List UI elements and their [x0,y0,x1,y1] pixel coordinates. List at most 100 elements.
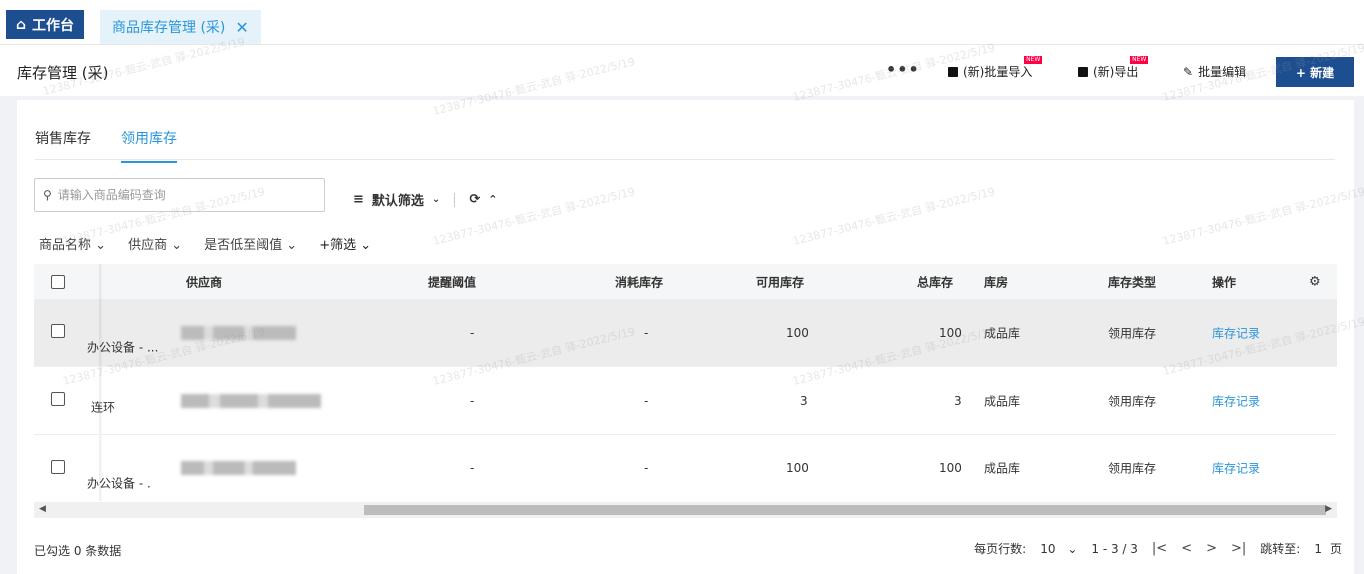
col-threshold[interactable]: 提醒阈值 [428,273,476,290]
col-warehouse[interactable]: 库房 [984,273,1008,290]
tab-consumable-stock[interactable]: 领用库存 [121,128,177,163]
product-name: 办公设备 - ... [87,340,159,355]
chevron-down-icon: ⌄ [360,238,372,253]
filter-supplier[interactable]: 供应商 ⌄ [128,234,182,253]
tab-home[interactable]: ⌂ 工作台 [6,10,85,39]
total-value: 3 [954,393,962,408]
table-footer: 已勾选 0 条数据 每页行数: 10 ⌄ 1 - 3 / 3 |< < > >|… [17,536,1354,566]
page-title: 库存管理 (采) [17,64,109,82]
main-card: 销售库存 领用库存 ⚲ ≡ 默认筛选 ⌄ ⟳ ⌃ 商品名称 ⌄ 供应商 ⌄ 是否… [17,100,1354,574]
threshold-value: - [470,393,475,408]
stock-record-link[interactable]: 库存记录 [1212,392,1260,409]
selected-count: 已勾选 0 条数据 [34,544,122,558]
filter-bar: 商品名称 ⌄ 供应商 ⌄ 是否低至阈值 ⌄ +筛选 ⌄ [39,234,371,253]
table-row[interactable]: 连环 - - 3 3 成品库 领用库存 库存记录 [34,367,1337,435]
subtabs: 销售库存 领用库存 [35,128,177,163]
tab-sales-stock[interactable]: 销售库存 [35,128,91,163]
select-all-checkbox[interactable] [51,274,65,289]
new-button[interactable]: + 新建 [1276,57,1354,87]
col-action: 操作 [1212,275,1237,289]
stock-type-value: 领用库存 [1108,326,1157,340]
new-badge: NEW [1130,56,1149,64]
batch-import-button[interactable]: (新)批量导入 NEW [948,56,1043,80]
table-row[interactable]: 办公设备 - . - - 100 100 成品库 领用库存 库存记录 [34,435,1337,501]
stock-record-link[interactable]: 库存记录 [1212,460,1260,477]
first-page-icon[interactable]: |< [1152,541,1167,556]
filter-label: 供应商 [128,238,168,253]
col-total[interactable]: 总库存 [917,273,953,290]
filter-below-threshold[interactable]: 是否低至阈值 ⌄ [204,234,297,253]
export-icon [1078,66,1088,77]
supplier-blurred [181,325,296,340]
refresh-icon[interactable]: ⟳ [469,192,480,207]
next-page-icon[interactable]: > [1206,541,1217,556]
consumed-value: - [644,393,649,408]
more-icon[interactable]: ••• [886,60,920,79]
product-name: 办公设备 - . [87,476,151,491]
table-row[interactable]: 办公设备 - ... - - 100 100 成品库 领用库存 库存记录 [34,299,1337,367]
filter-label: 是否低至阈值 [204,238,283,253]
default-filter-dropdown[interactable]: 默认筛选 [372,190,424,209]
warehouse-value: 成品库 [984,461,1021,476]
close-icon[interactable]: ✕ [235,18,248,37]
batch-edit-button[interactable]: ✎ 批量编辑 [1183,63,1246,80]
chevron-down-icon: ⌄ [1067,541,1078,556]
stock-type-value: 领用库存 [1108,461,1157,476]
scroll-right-icon[interactable]: ▶ [1325,504,1332,514]
rows-per-page-select[interactable]: 10 ⌄ [1040,542,1077,556]
row-checkbox[interactable] [51,324,65,338]
export-button[interactable]: (新)导出 NEW [1078,56,1149,80]
filter-product-name[interactable]: 商品名称 ⌄ [39,234,106,253]
collapse-icon[interactable]: ⌃ [488,193,497,206]
col-consumed[interactable]: 消耗库存 [615,273,663,290]
last-page-icon[interactable]: >| [1231,541,1246,556]
divider [35,159,1335,160]
search-icon: ⚲ [43,188,52,202]
chevron-down-icon: ⌄ [171,238,183,253]
row-checkbox[interactable] [51,392,65,406]
frozen-column-shadow [99,264,103,299]
search-input[interactable] [57,188,298,202]
batch-import-label: (新)批量导入 [963,65,1033,79]
warehouse-value: 成品库 [984,326,1021,340]
export-label: (新)导出 [1093,65,1139,79]
total-value: 100 [939,461,962,475]
horizontal-scrollbar[interactable]: ◀ ▶ [34,502,1337,518]
pagination: 每页行数: 10 ⌄ 1 - 3 / 3 |< < > >| 跳转至: 1 页 [974,540,1342,557]
col-supplier[interactable]: 供应商 [186,273,222,290]
tab-active-label: 商品库存管理 (采) [112,20,226,36]
consumed-value: - [644,461,649,475]
import-icon [948,66,958,77]
new-badge: NEW [1024,56,1043,64]
page-range: 1 - 3 / 3 [1091,541,1138,556]
pencil-icon: ✎ [1183,64,1194,79]
scroll-left-icon[interactable]: ◀ [39,504,46,514]
col-stock-type[interactable]: 库存类型 [1108,273,1156,290]
filter-controls: ≡ 默认筛选 ⌄ ⟳ ⌃ [353,190,497,209]
threshold-value: - [470,461,475,475]
settings-icon[interactable]: ⚙ [1309,274,1321,289]
rows-per-page-label: 每页行数: [974,542,1027,556]
stock-record-link[interactable]: 库存记录 [1212,324,1260,341]
chevron-down-icon[interactable]: ⌄ [432,194,440,205]
chevron-down-icon: ⌄ [286,238,298,253]
filter-icon: ≡ [353,192,364,207]
threshold-value: - [470,325,475,340]
table-header: 供应商 提醒阈值 消耗库存 可用库存 总库存 库房 库存类型 操作 ⚙ [34,264,1337,299]
add-filter-button[interactable]: +筛选 ⌄ [319,234,371,253]
available-value: 3 [800,393,808,408]
frozen-column-shadow [99,299,103,366]
rows-per-page-value: 10 [1040,541,1056,556]
warehouse-value: 成品库 [984,394,1021,408]
col-available[interactable]: 可用库存 [756,273,804,290]
prev-page-icon[interactable]: < [1181,541,1192,556]
product-name: 连环 [91,400,116,415]
jump-page-input[interactable]: 1 [1314,542,1322,556]
stock-type-value: 领用库存 [1108,394,1157,408]
total-value: 100 [939,325,962,340]
scrollbar-thumb[interactable] [364,505,1326,515]
tab-inventory-management[interactable]: 商品库存管理 (采) ✕ [100,10,261,44]
page-header: 库存管理 (采) ••• (新)批量导入 NEW (新)导出 NEW ✎ 批量编… [0,44,1364,96]
row-checkbox[interactable] [51,460,65,474]
search-box[interactable]: ⚲ [34,178,325,212]
